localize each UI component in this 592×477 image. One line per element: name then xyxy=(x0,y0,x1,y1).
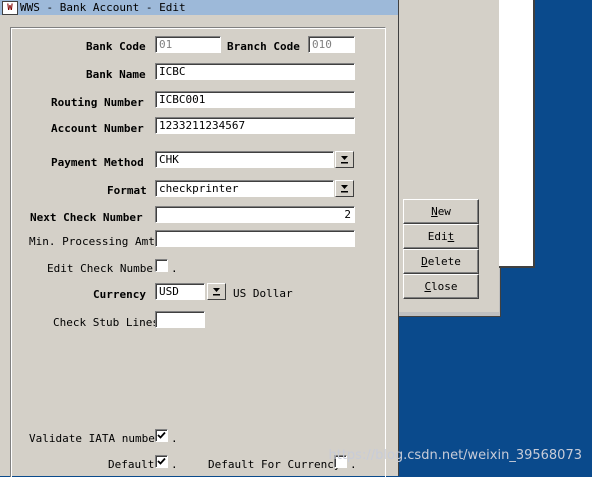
title-bar[interactable]: W WWS - Bank Account - Edit xyxy=(0,0,398,15)
account-number-label: Account Number xyxy=(51,122,144,135)
check-stub-lines-field[interactable] xyxy=(155,311,205,328)
branch-code-label: Branch Code xyxy=(227,40,300,53)
close-button[interactable]: Close xyxy=(403,274,479,299)
validate-iata-label: Validate IATA number xyxy=(29,432,162,445)
check-stub-lines-label: Check Stub Lines xyxy=(53,316,159,329)
delete-button[interactable]: Delete xyxy=(403,249,479,274)
payment-method-dropdown-button[interactable] xyxy=(335,151,354,168)
payment-method-field[interactable]: CHK xyxy=(155,151,334,168)
payment-method-label: Payment Method xyxy=(51,156,144,169)
arrow-down-icon xyxy=(341,185,348,193)
bank-name-label: Bank Name xyxy=(86,68,146,81)
edit-button[interactable]: Edit xyxy=(403,224,479,249)
checkmark-icon xyxy=(157,457,166,465)
default-dot: . xyxy=(171,458,178,471)
arrow-down-icon xyxy=(213,288,220,296)
validate-iata-checkbox[interactable] xyxy=(155,429,168,442)
currency-label: Currency xyxy=(93,288,146,301)
app-icon: W xyxy=(2,1,18,15)
default-label: Default xyxy=(108,458,155,471)
bank-code-field[interactable]: 01 xyxy=(155,36,221,53)
currency-field[interactable]: USD xyxy=(155,283,205,300)
next-check-number-label: Next Check Number xyxy=(30,211,143,224)
routing-number-field[interactable]: ICBC001 xyxy=(155,91,355,108)
window-title: WWS - Bank Account - Edit xyxy=(20,1,186,14)
next-check-number-field[interactable]: 2 xyxy=(155,206,355,223)
default-for-currency-label: Default For Currency xyxy=(208,458,341,471)
arrow-down-icon xyxy=(341,156,348,164)
branch-code-field[interactable]: 010 xyxy=(308,36,355,53)
bank-name-field[interactable]: ICBC xyxy=(155,63,355,80)
checkmark-icon xyxy=(157,431,166,439)
edit-check-number-dot: . xyxy=(171,262,178,275)
edit-check-number-checkbox[interactable] xyxy=(155,259,168,272)
format-label: Format xyxy=(107,184,147,197)
routing-number-label: Routing Number xyxy=(51,96,144,109)
min-processing-amt-label: Min. Processing Amt. xyxy=(29,235,162,248)
new-button[interactable]: New xyxy=(403,199,479,224)
edit-check-number-label: Edit Check Number xyxy=(47,262,160,275)
min-processing-amt-field[interactable] xyxy=(155,230,355,247)
currency-dropdown-button[interactable] xyxy=(207,283,226,300)
watermark: https://blog.csdn.net/weixin_39568073 xyxy=(328,448,582,463)
format-field[interactable]: checkprinter xyxy=(155,180,334,197)
background-white-pane xyxy=(499,0,535,268)
currency-description: US Dollar xyxy=(233,287,293,300)
default-checkbox[interactable] xyxy=(155,455,168,468)
account-number-field[interactable]: 1233211234567 xyxy=(155,117,355,134)
bank-account-edit-dialog: W WWS - Bank Account - Edit Bank Code 01… xyxy=(0,0,399,477)
format-dropdown-button[interactable] xyxy=(335,180,354,197)
bank-code-label: Bank Code xyxy=(86,40,146,53)
validate-iata-dot: . xyxy=(171,432,178,445)
